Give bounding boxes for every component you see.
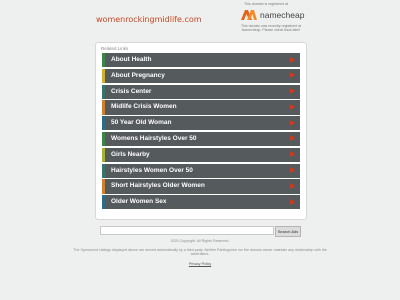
related-link-label: Girls Nearby	[111, 150, 150, 158]
related-link-label: Midlife Crisis Women	[111, 103, 177, 111]
namecheap-icon	[241, 10, 257, 20]
arrow-right-icon	[290, 167, 295, 174]
link-color-bar	[102, 147, 105, 163]
search-input[interactable]	[100, 226, 274, 235]
arrow-right-icon	[290, 103, 295, 110]
related-link[interactable]: 50 Year Old Woman	[102, 116, 300, 131]
related-link[interactable]: Short Hairstyles Older Women	[102, 179, 300, 194]
arrow-right-icon	[290, 72, 295, 79]
related-link-label: Womens Hairstyles Over 50	[111, 134, 197, 142]
panel-title: Related Links	[101, 46, 129, 51]
related-link-label: About Pregnancy	[111, 71, 165, 79]
related-link[interactable]: Womens Hairstyles Over 50	[102, 131, 300, 147]
arrow-right-icon	[290, 135, 295, 142]
related-link-label: 50 Year Old Woman	[111, 119, 172, 127]
related-link-label: Crisis Center	[111, 87, 152, 95]
arrow-right-icon	[290, 88, 295, 95]
related-link-label: About Health	[111, 56, 152, 63]
link-color-bar	[102, 53, 105, 68]
related-link[interactable]: Crisis Center	[102, 84, 300, 99]
search-ads-button[interactable]: Search Ads	[275, 226, 301, 237]
link-color-bar	[102, 100, 105, 115]
link-color-bar	[102, 84, 105, 99]
arrow-right-icon	[290, 119, 295, 126]
related-links-panel: Related Links About Health About Pregnanc…	[95, 42, 307, 220]
related-link-label: Hairstyles Women Over 50	[111, 166, 193, 174]
related-link[interactable]: Girls Nearby	[102, 147, 300, 163]
top-bar: womenrockingmidlife.com This domain is r…	[0, 0, 400, 36]
link-color-bar	[102, 131, 105, 147]
related-link[interactable]: About Health	[102, 53, 300, 68]
privacy-policy-link[interactable]: Privacy Policy	[0, 262, 400, 266]
related-link[interactable]: Older Women Sex	[102, 195, 300, 210]
arrow-right-icon	[290, 182, 295, 189]
registrar-detail: This domain was recently registered at N…	[241, 24, 301, 33]
copyright-text: 2020 Copyright. All Rights Reserved.	[170, 239, 230, 243]
link-color-bar	[102, 68, 105, 84]
arrow-right-icon	[290, 56, 295, 63]
related-link-label: Older Women Sex	[111, 198, 167, 206]
related-link[interactable]: Hairstyles Women Over 50	[102, 163, 300, 178]
related-links-list: About Health About Pregnancy Crisis Center…	[102, 53, 300, 211]
link-color-bar	[102, 179, 105, 194]
link-color-bar	[102, 195, 105, 210]
namecheap-logo[interactable]: namecheap	[240, 9, 304, 22]
registrar-name: namecheap	[260, 10, 305, 20]
registrar-note: This domain is registered at	[244, 2, 289, 6]
related-link-label: Short Hairstyles Older Women	[111, 182, 205, 190]
domain-title[interactable]: womenrockingmidlife.com	[96, 15, 202, 24]
related-link[interactable]: Midlife Crisis Women	[102, 100, 300, 115]
link-color-bar	[102, 116, 105, 131]
arrow-right-icon	[290, 198, 295, 205]
disclaimer-text: The Sponsored Listings displayed above a…	[73, 248, 327, 257]
related-link[interactable]: About Pregnancy	[102, 68, 300, 84]
arrow-right-icon	[290, 151, 295, 158]
link-color-bar	[102, 163, 105, 178]
